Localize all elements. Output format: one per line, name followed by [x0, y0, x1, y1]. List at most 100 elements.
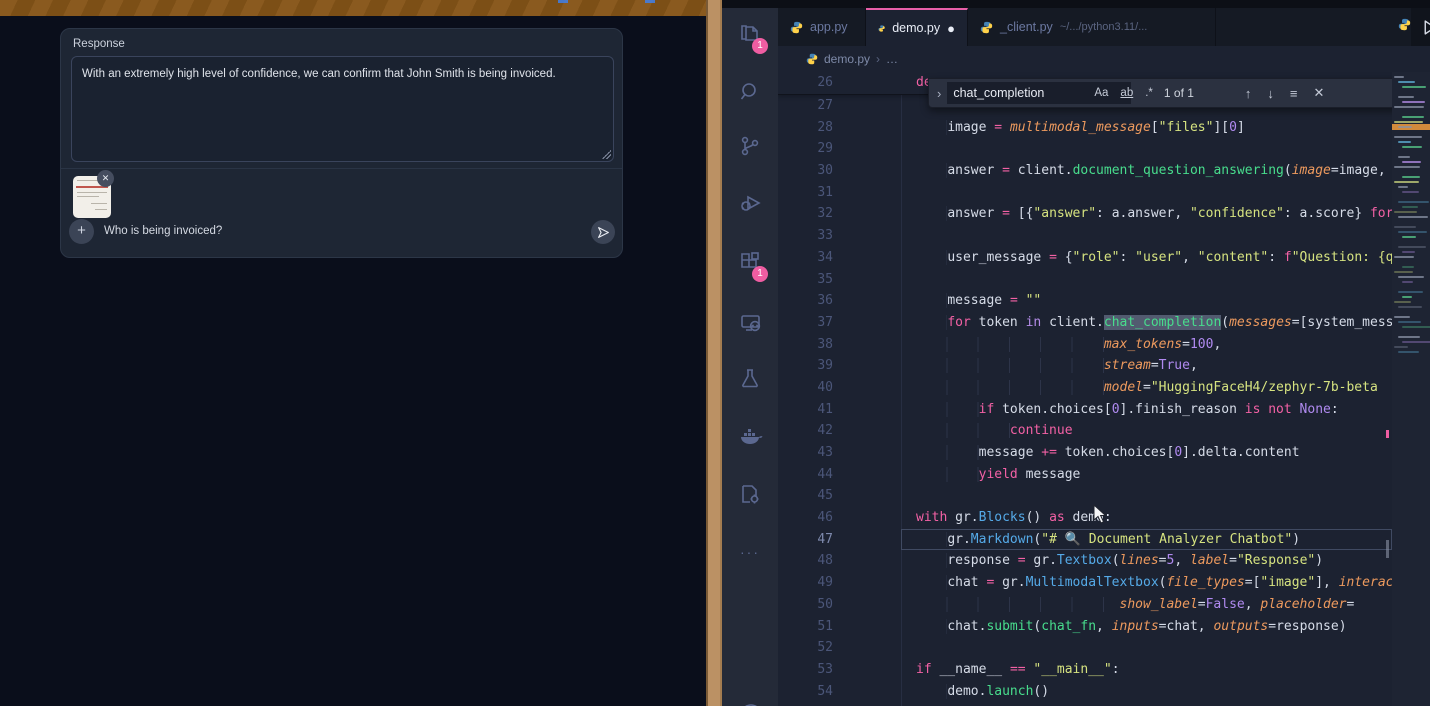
python-icon — [878, 22, 885, 35]
tab-app-py[interactable]: app.py — [778, 8, 866, 46]
code-line: 48 response = gr.Textbox(lines=5, label=… — [778, 550, 1392, 572]
minimap-line — [1402, 296, 1412, 298]
response-textarea[interactable]: With an extremely high level of confiden… — [71, 56, 614, 162]
minimap-line — [1402, 236, 1416, 238]
tab-client-py[interactable]: _client.py ~/.../python3.11/... — [968, 8, 1216, 46]
attachment-close-button[interactable]: ✕ — [97, 170, 114, 187]
minimap-line — [1398, 126, 1412, 128]
code-text: for token in client.chat_completion(mess… — [901, 312, 1392, 334]
code-text: chat.submit(chat_fn, inputs=chat, output… — [901, 616, 1392, 638]
python-icon — [1398, 18, 1411, 31]
next-match-button[interactable]: ↓ — [1262, 86, 1279, 101]
code-line: 32 answer = [{"answer": a.answer, "confi… — [778, 203, 1392, 225]
close-find-button[interactable]: ✕ — [1308, 85, 1329, 101]
code-text — [901, 485, 1392, 507]
tab-path: ~/.../python3.11/... — [1060, 21, 1148, 33]
code-line: 36 message = "" — [778, 290, 1392, 312]
find-widget: › chat_completion Aa ab .* 1 of 1 ↑ ↓ ≡ … — [928, 78, 1392, 108]
vscode-window: 1 1 — [722, 0, 1430, 706]
line-number: 26 — [778, 72, 850, 94]
minimap-line — [1398, 291, 1423, 293]
line-number: 33 — [778, 225, 850, 247]
code-text: image = multimodal_message["files"][0] — [901, 117, 1392, 139]
code-line: 54 demo.launch() — [778, 681, 1392, 703]
minimap-line — [1398, 186, 1408, 188]
screen: Response With an extremely high level of… — [0, 0, 1430, 706]
beaker-icon — [738, 366, 762, 390]
run-debug-item[interactable] — [722, 176, 778, 228]
line-number: 45 — [778, 485, 850, 507]
breadcrumb[interactable]: demo.py › … — [778, 46, 1430, 72]
run-button[interactable] — [1421, 19, 1430, 36]
code-line: 52 — [778, 637, 1392, 659]
testing-item[interactable] — [722, 352, 778, 404]
code-line: 39 stream=True, — [778, 355, 1392, 377]
docker-item[interactable] — [722, 410, 778, 462]
find-collapse-chevron-icon[interactable]: › — [937, 86, 941, 101]
account-icon — [738, 702, 764, 706]
code-text — [901, 637, 1392, 659]
task-runner-item[interactable] — [722, 468, 778, 520]
gradio-card: Response With an extremely high level of… — [60, 28, 623, 258]
code-line: 31 — [778, 182, 1392, 204]
line-number: 50 — [778, 594, 850, 616]
resize-handle-icon[interactable] — [602, 150, 611, 159]
minimap-line — [1402, 86, 1426, 88]
chat-message-text[interactable]: Who is being invoiced? — [104, 225, 222, 237]
extensions-item[interactable]: 1 — [722, 236, 778, 288]
code-text: response = gr.Textbox(lines=5, label="Re… — [901, 550, 1392, 572]
minimap-line — [1402, 281, 1413, 283]
minimap-line — [1402, 341, 1430, 343]
breadcrumb-symbol[interactable]: … — [886, 52, 898, 66]
minimap-line — [1398, 321, 1421, 323]
source-control-item[interactable] — [722, 120, 778, 172]
line-number: 32 — [778, 203, 850, 225]
gradio-header-bar — [0, 0, 706, 16]
send-button[interactable] — [591, 220, 615, 244]
response-text: With an extremely high level of confiden… — [82, 68, 556, 80]
line-number: 27 — [778, 95, 850, 117]
code-line: 51 chat.submit(chat_fn, inputs=chat, out… — [778, 616, 1392, 638]
line-number: 43 — [778, 442, 850, 464]
tab-bar: app.py demo.py ● — [778, 8, 1430, 46]
whole-word-button[interactable]: ab — [1117, 85, 1136, 101]
tab-demo-py[interactable]: demo.py ● — [866, 8, 968, 46]
line-number: 37 — [778, 312, 850, 334]
code-line: 49 chat = gr.MultimodalTextbox(file_type… — [778, 572, 1392, 594]
breadcrumb-file[interactable]: demo.py — [824, 52, 870, 66]
code-lines: 2728 image = multimodal_message["files"]… — [778, 95, 1392, 706]
scrollbar-slider[interactable] — [1386, 540, 1389, 558]
minimap-line — [1394, 301, 1411, 303]
line-number: 54 — [778, 681, 850, 703]
line-number: 36 — [778, 290, 850, 312]
regex-button[interactable]: .* — [1142, 85, 1156, 101]
code-line: 28 image = multimodal_message["files"][0… — [778, 117, 1392, 139]
minimap[interactable] — [1392, 72, 1430, 706]
code-text: with gr.Blocks() as demo: — [901, 507, 1392, 529]
match-case-button[interactable]: Aa — [1091, 85, 1111, 101]
previous-match-button[interactable]: ↑ — [1240, 86, 1257, 101]
more-actions-item[interactable]: ··· — [722, 544, 778, 560]
explorer-badge: 1 — [752, 38, 768, 54]
code-text — [901, 702, 1392, 706]
code-editor[interactable]: 26de 2728 image = multimodal_message["fi… — [778, 72, 1392, 706]
modified-dot-icon[interactable]: ● — [947, 21, 955, 36]
python-icon — [806, 53, 818, 65]
find-in-selection-button[interactable]: ≡ — [1285, 86, 1303, 101]
minimap-line — [1394, 76, 1404, 78]
code-line: 29 — [778, 138, 1392, 160]
remote-explorer-item[interactable] — [722, 296, 778, 348]
minimap-line — [1402, 206, 1418, 208]
add-attachment-button[interactable]: + — [69, 219, 94, 244]
code-line: 38 max_tokens=100, — [778, 334, 1392, 356]
account-item[interactable] — [722, 688, 778, 706]
window-separator — [706, 0, 722, 706]
tab-label: demo.py — [892, 21, 940, 35]
code-line: 55 — [778, 702, 1392, 706]
extensions-badge: 1 — [752, 266, 768, 282]
tab-label: _client.py — [1000, 20, 1053, 34]
thumb-detail — [91, 203, 107, 204]
explorer-item[interactable]: 1 — [722, 8, 778, 60]
search-item[interactable] — [722, 66, 778, 118]
card-divider — [61, 168, 622, 169]
